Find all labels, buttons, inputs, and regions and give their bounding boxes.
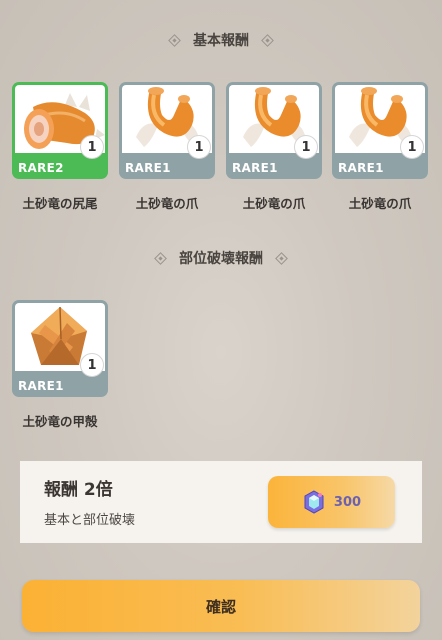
part-break-rewards-title: 部位破壊報酬	[179, 251, 263, 267]
gem-icon	[304, 490, 324, 514]
basic-rewards-header: 基本報酬	[0, 30, 442, 50]
rarity-label: RARE1	[18, 379, 64, 393]
diamond-ornament-icon	[168, 33, 181, 47]
double-reward-purchase-button[interactable]: 300	[268, 476, 395, 528]
item-name: 土砂竜の爪	[348, 196, 412, 211]
rarity-label: RARE1	[232, 161, 278, 175]
rarity-label: RARE2	[18, 161, 64, 175]
count-badge: 1	[80, 353, 104, 377]
diamond-ornament-icon	[261, 33, 274, 47]
reward-card-claw[interactable]: RARE1 1	[119, 82, 215, 179]
diamond-ornament-icon	[275, 251, 288, 265]
item-name: 土砂竜の爪	[242, 196, 306, 211]
rarity-label: RARE1	[338, 161, 384, 175]
count-badge: 1	[294, 135, 318, 159]
rarity-label: RARE1	[125, 161, 171, 175]
reward-card-shell[interactable]: RARE1 1	[12, 300, 108, 397]
double-reward-panel: 報酬 2倍 基本と部位破壊 300	[20, 461, 422, 543]
count-badge: 1	[187, 135, 211, 159]
reward-card-tail[interactable]: RARE2 1	[12, 82, 108, 179]
reward-card-claw[interactable]: RARE1 1	[226, 82, 322, 179]
part-break-rewards-header: 部位破壊報酬	[0, 248, 442, 268]
reward-card-claw[interactable]: RARE1 1	[332, 82, 428, 179]
double-reward-subtitle: 基本と部位破壊	[44, 513, 136, 528]
item-name: 土砂竜の尻尾	[22, 196, 98, 211]
confirm-button[interactable]: 確認	[22, 580, 420, 632]
double-reward-title: 報酬 2倍	[44, 480, 113, 500]
count-badge: 1	[400, 135, 424, 159]
item-name: 土砂竜の爪	[135, 196, 199, 211]
basic-rewards-title: 基本報酬	[193, 33, 249, 49]
gem-cost: 300	[333, 494, 362, 510]
count-badge: 1	[80, 135, 104, 159]
item-name: 土砂竜の甲殻	[22, 414, 98, 429]
diamond-ornament-icon	[154, 251, 167, 265]
